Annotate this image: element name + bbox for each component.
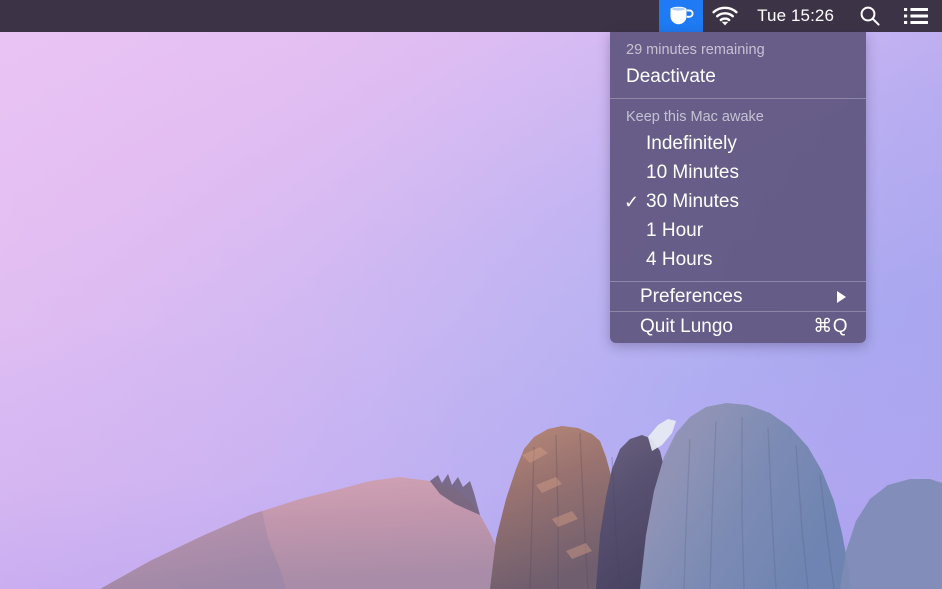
preferences-label: Preferences bbox=[640, 285, 743, 307]
list-icon bbox=[904, 7, 928, 25]
quit-label: Quit Lungo bbox=[640, 315, 733, 337]
coffee-cup-icon bbox=[668, 5, 694, 27]
chevron-right-icon bbox=[837, 290, 846, 303]
lungo-dropdown-menu: 29 minutes remaining Deactivate Keep thi… bbox=[610, 32, 866, 343]
preferences-menu-item[interactable]: Preferences bbox=[610, 282, 866, 311]
wifi-icon bbox=[712, 6, 738, 26]
quit-shortcut-label: ⌘Q bbox=[813, 316, 848, 337]
menu-item-label: Indefinitely bbox=[646, 132, 737, 154]
deactivate-menu-item[interactable]: Deactivate bbox=[610, 62, 866, 91]
desktop-screen: Tue 15:26 29 minutes remaining Deactivat… bbox=[0, 0, 942, 589]
wifi-menu-bar-button[interactable] bbox=[703, 0, 747, 32]
quit-menu-item[interactable]: Quit Lungo ⌘Q bbox=[610, 312, 866, 341]
menu-bar-status-items: Tue 15:26 bbox=[659, 0, 942, 32]
menu-bar-clock[interactable]: Tue 15:26 bbox=[747, 0, 846, 32]
menu-item-indefinitely[interactable]: Indefinitely bbox=[610, 129, 866, 158]
time-remaining-label: 29 minutes remaining bbox=[626, 42, 765, 58]
wallpaper-mountains bbox=[0, 329, 942, 589]
menu-section-keep-awake: Keep this Mac awake Indefinitely 10 Minu… bbox=[610, 99, 866, 281]
checkmark-icon-30-minutes: ✓ bbox=[624, 191, 640, 212]
notification-center-button[interactable] bbox=[894, 0, 942, 32]
deactivate-label: Deactivate bbox=[626, 65, 716, 87]
spotlight-button[interactable] bbox=[846, 0, 894, 32]
menu-item-label: 30 Minutes bbox=[646, 190, 739, 212]
search-icon bbox=[859, 5, 881, 27]
menu-bar: Tue 15:26 bbox=[0, 0, 942, 32]
menu-item-30-minutes[interactable]: ✓ 30 Minutes bbox=[610, 187, 866, 216]
menu-item-4-hours[interactable]: 4 Hours bbox=[610, 245, 866, 274]
menu-section-status: 29 minutes remaining Deactivate bbox=[610, 32, 866, 98]
menu-item-label: 4 Hours bbox=[646, 248, 713, 270]
menu-item-label: 1 Hour bbox=[646, 219, 704, 241]
menu-item-10-minutes[interactable]: 10 Minutes bbox=[610, 158, 866, 187]
keep-awake-caption: Keep this Mac awake bbox=[626, 109, 764, 125]
menu-item-1-hour[interactable]: 1 Hour bbox=[610, 216, 866, 245]
menu-item-label: 10 Minutes bbox=[646, 161, 739, 183]
lungo-menu-bar-button[interactable] bbox=[659, 0, 704, 32]
